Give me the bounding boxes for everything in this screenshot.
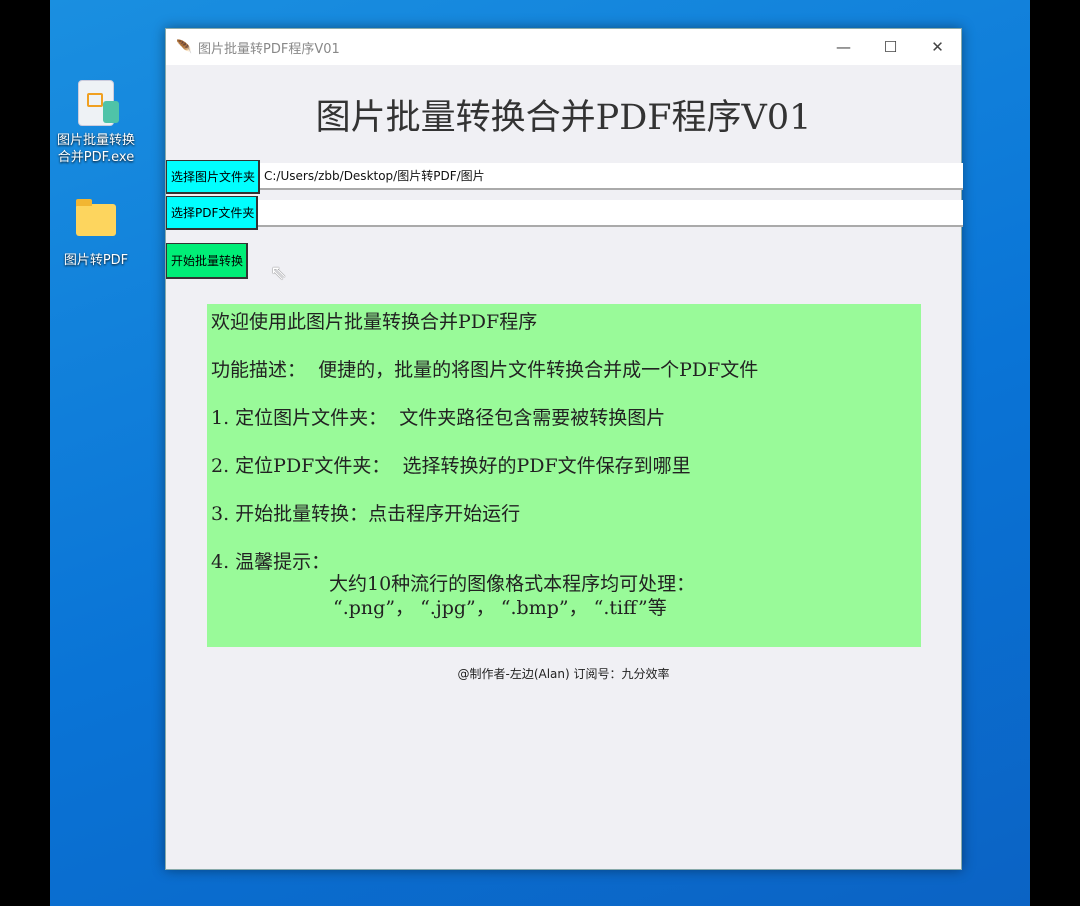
start-conversion-button[interactable]: 开始批量转换 (166, 243, 248, 279)
info-step-4: 4. 温馨提示： (211, 548, 917, 572)
folder-icon (76, 204, 116, 236)
title-bar: 🪶 图片批量转PDF程序V01 — ☐ ✕ (166, 29, 961, 65)
icon-label: 图片转PDF (56, 252, 136, 269)
close-button[interactable]: ✕ (914, 38, 961, 56)
icon-label: 图片批量转换 (56, 132, 136, 149)
page-title: 图片批量转换合并PDF程序V01 (166, 89, 961, 140)
image-folder-input[interactable]: C:/Users/zbb/Desktop/图片转PDF/图片 (260, 163, 963, 190)
footer-credit: @制作者-左边(Alan) 订阅号：九分效率 (166, 665, 961, 682)
desktop-icon-folder[interactable]: 图片转PDF (56, 200, 136, 269)
info-tip-1: 大约10种流行的图像格式本程序均可处理： (211, 572, 917, 596)
info-step-3: 3. 开始批量转换：点击程序开始运行 (211, 500, 917, 548)
icon-label: 合并PDF.exe (56, 149, 136, 166)
desktop-icon-exe[interactable]: 图片批量转换 合并PDF.exe (56, 80, 136, 166)
maximize-button[interactable]: ☐ (867, 38, 914, 56)
select-image-folder-button[interactable]: 选择图片文件夹 (166, 160, 260, 194)
app-window: 🪶 图片批量转PDF程序V01 — ☐ ✕ 图片批量转换合并PDF程序V01 选… (165, 28, 962, 870)
info-panel: 欢迎使用此图片批量转换合并PDF程序 功能描述： 便捷的，批量的将图片文件转换合… (207, 304, 921, 647)
minimize-button[interactable]: — (820, 38, 867, 56)
exe-app-icon (78, 80, 114, 126)
mouse-cursor-icon: ⇖ (270, 260, 287, 284)
feather-icon: 🪶 (176, 40, 192, 55)
info-description: 功能描述： 便捷的，批量的将图片文件转换合并成一个PDF文件 (211, 356, 917, 404)
window-title: 图片批量转PDF程序V01 (198, 38, 820, 57)
pdf-folder-input[interactable] (258, 200, 963, 227)
info-welcome: 欢迎使用此图片批量转换合并PDF程序 (211, 308, 917, 356)
select-pdf-folder-button[interactable]: 选择PDF文件夹 (166, 196, 258, 230)
info-step-1: 1. 定位图片文件夹： 文件夹路径包含需要被转换图片 (211, 404, 917, 452)
info-tip-2: “.png”， “.jpg”， “.bmp”， “.tiff”等 (211, 596, 917, 620)
info-step-2: 2. 定位PDF文件夹： 选择转换好的PDF文件保存到哪里 (211, 452, 917, 500)
